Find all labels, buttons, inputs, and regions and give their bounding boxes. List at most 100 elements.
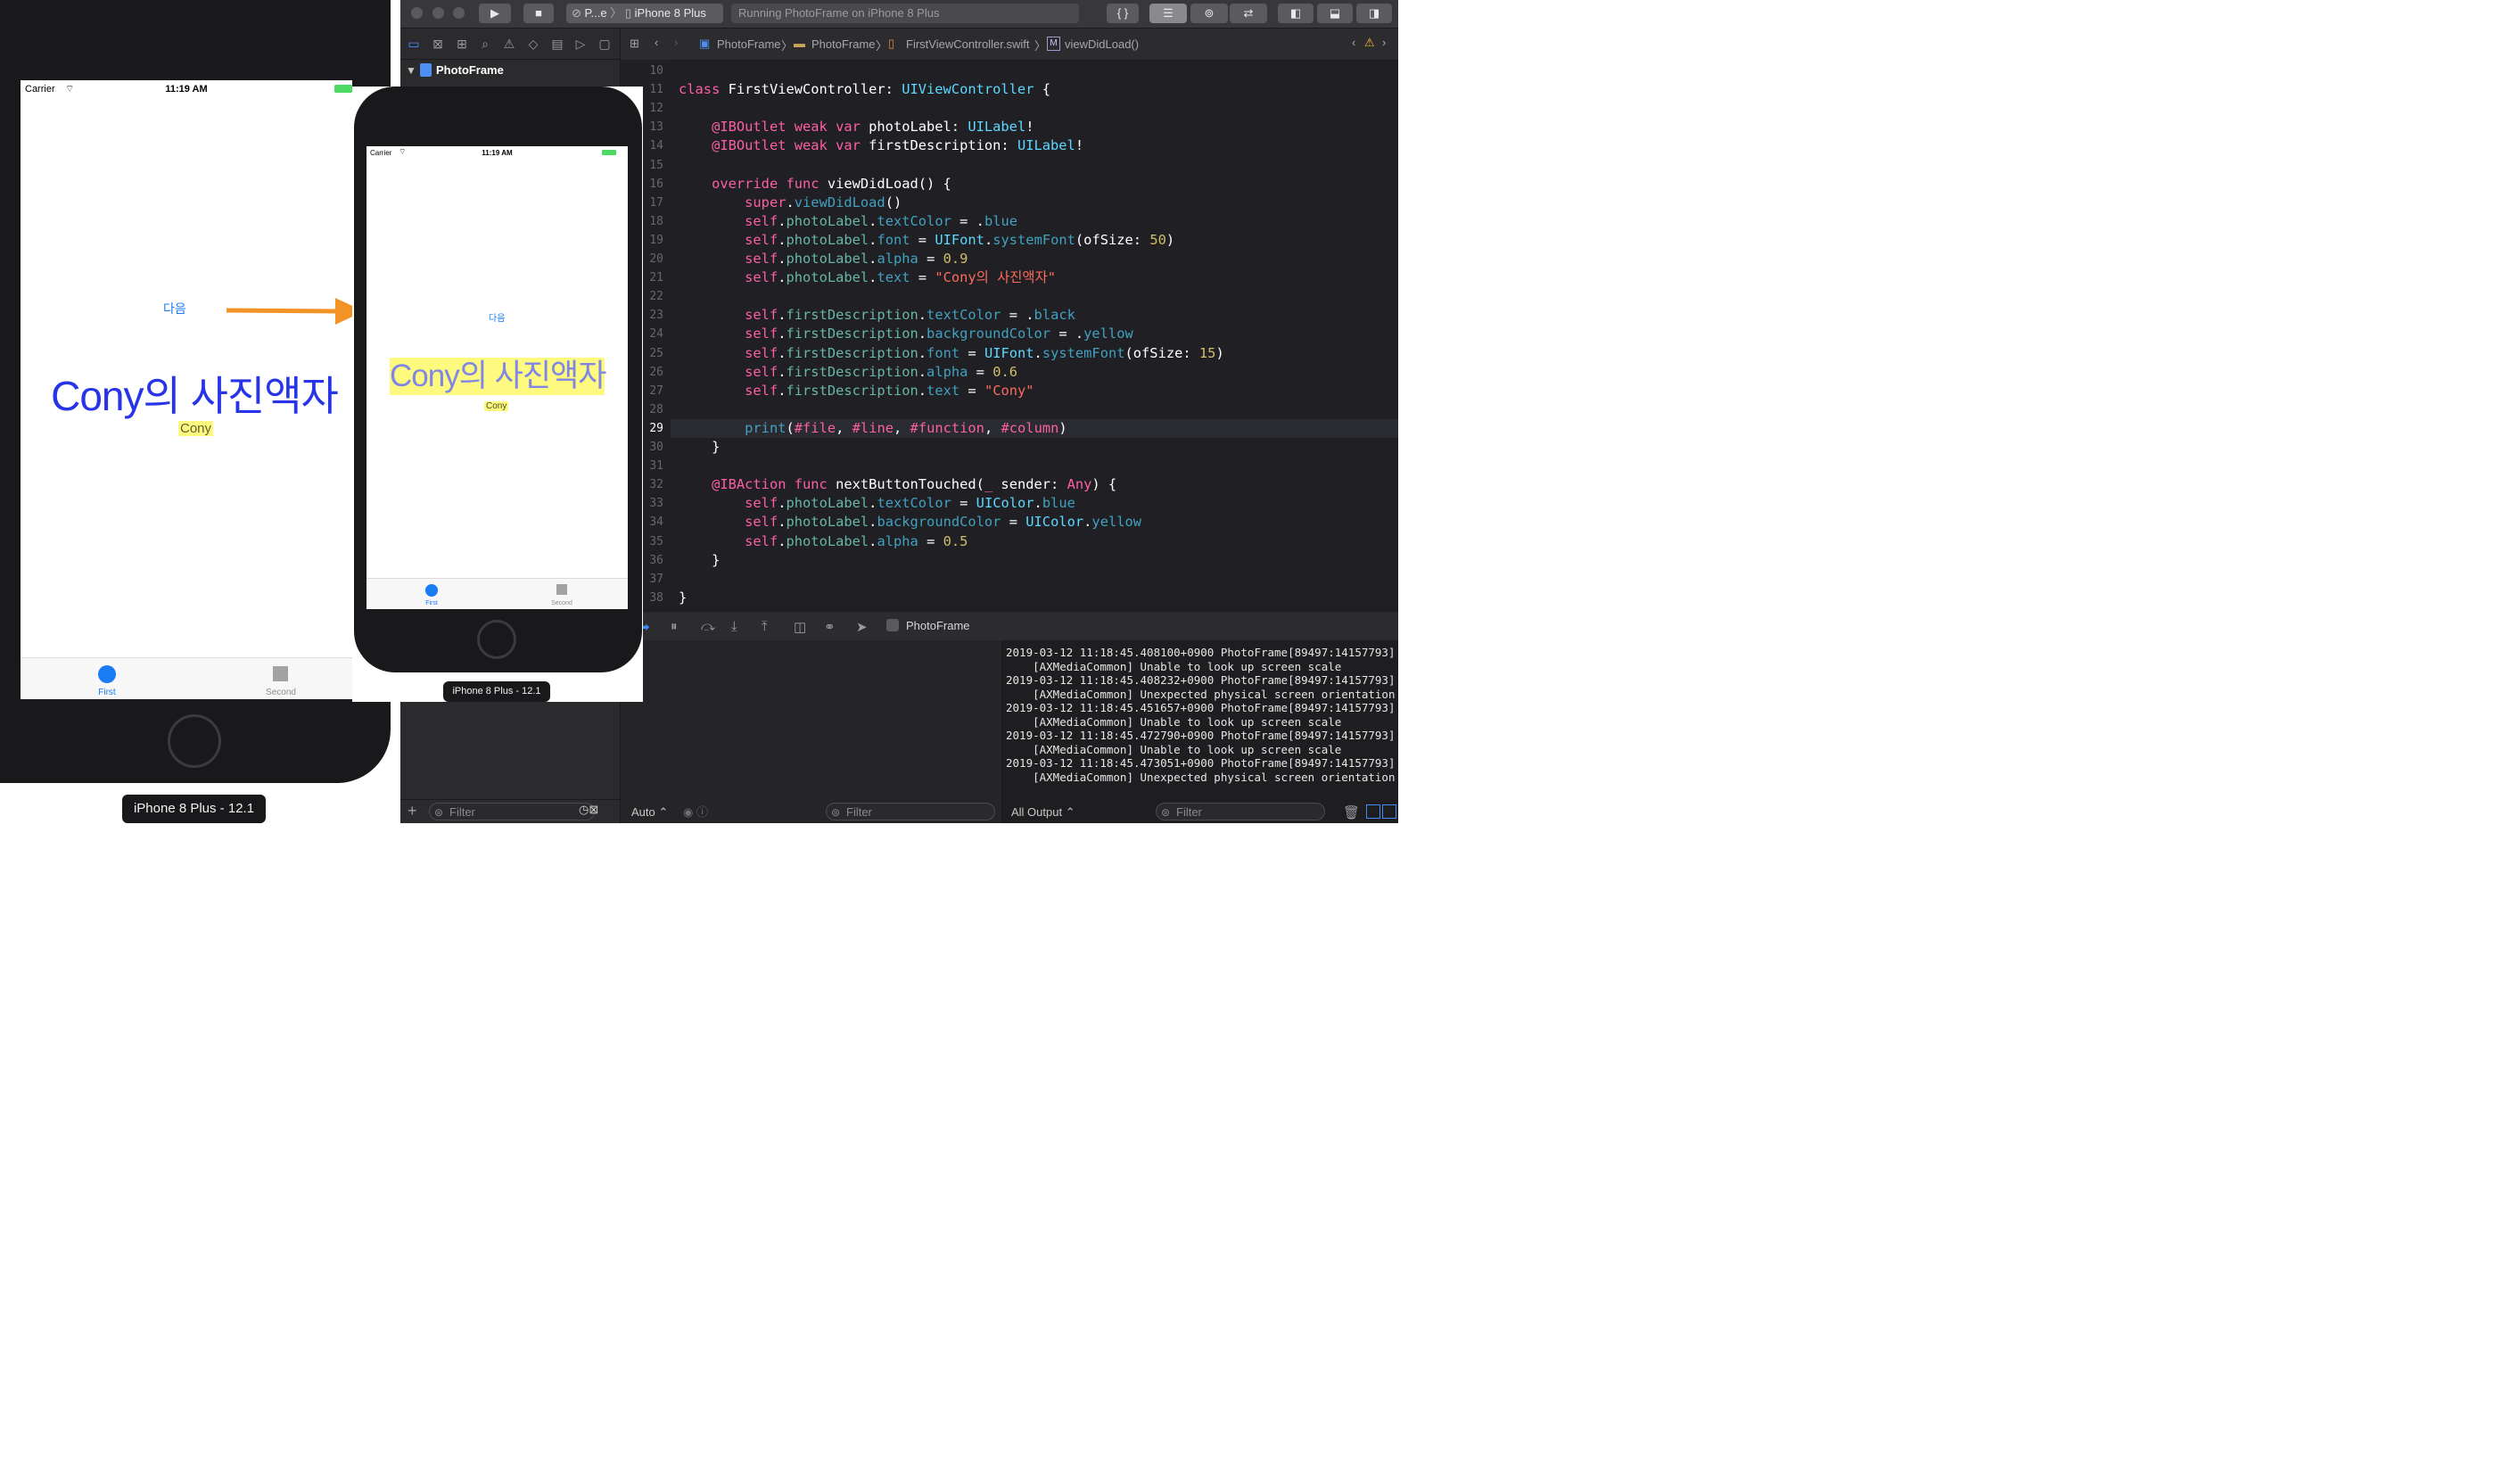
warning-icon[interactable]: ⚠	[502, 37, 516, 51]
code-line[interactable]: self.photoLabel.backgroundColor = UIColo…	[679, 513, 1141, 532]
hierarchy-icon[interactable]: ⊞	[455, 37, 469, 51]
toggle-navigator-button[interactable]: ◧	[1278, 4, 1314, 23]
library-button[interactable]: { }	[1107, 4, 1139, 23]
step-out-icon[interactable]: ⤒	[762, 619, 768, 634]
folder-icon[interactable]: ▭	[407, 37, 421, 51]
variables-scope-select[interactable]: Auto ⌃	[631, 805, 668, 820]
code-line[interactable]: }	[679, 589, 687, 607]
code-line[interactable]: self.photoLabel.textColor = UIColor.blue	[679, 494, 1075, 513]
forward-arrow-icon[interactable]: ›	[674, 36, 678, 49]
step-over-icon[interactable]: ⤼	[701, 619, 715, 634]
jumpbar-crumb-method[interactable]: viewDidLoad()	[1065, 37, 1139, 51]
code-line[interactable]: self.firstDescription.alpha = 0.6	[679, 363, 1017, 382]
memory-graph-icon[interactable]: ⚭	[824, 619, 836, 635]
step-into-icon[interactable]: ⤓	[731, 619, 737, 634]
recent-files-icon[interactable]: ◷⊠	[579, 803, 598, 817]
code-token: firstDescription	[786, 307, 918, 324]
code-line[interactable]: @IBOutlet weak var photoLabel: UILabel!	[679, 118, 1034, 136]
breakpoint-icon[interactable]: ▷	[573, 37, 588, 51]
left-pane-toggle-icon[interactable]	[1366, 804, 1380, 819]
code-token: !	[1075, 137, 1084, 154]
home-button[interactable]	[477, 620, 516, 659]
console-line: 2019-03-12 11:18:45.472790+0900 PhotoFra…	[1006, 729, 1396, 742]
source-control-icon[interactable]: ⊠	[431, 37, 445, 51]
code-line[interactable]: }	[679, 438, 720, 457]
stop-button[interactable]: ■	[523, 4, 554, 23]
chevron-right-icon: 〉	[610, 6, 622, 20]
trash-icon[interactable]: 🗑	[1343, 804, 1360, 820]
code-line[interactable]: self.firstDescription.text = "Cony"	[679, 382, 1034, 400]
tab-second[interactable]: Second	[543, 600, 581, 606]
disclosure-triangle-icon[interactable]: ▼	[406, 64, 416, 77]
code-line[interactable]: override func viewDidLoad() {	[679, 175, 951, 194]
assistant-editor-button[interactable]: ⊚	[1190, 4, 1228, 23]
code-line[interactable]: self.firstDescription.textColor = .black	[679, 306, 1075, 325]
next-issue-icon[interactable]: ›	[1382, 36, 1386, 49]
navigator-filter-input[interactable]: Filter	[429, 803, 595, 821]
pause-icon[interactable]: ⏸	[671, 619, 678, 634]
console-filter-input[interactable]: Filter	[1156, 803, 1325, 821]
test-icon[interactable]: ◇	[526, 37, 540, 51]
debug-icon[interactable]: ▤	[550, 37, 564, 51]
warning-icon[interactable]: ⚠	[1364, 36, 1375, 50]
code-token: .	[918, 307, 927, 324]
toggle-debug-area-button[interactable]: ⬓	[1317, 4, 1353, 23]
code-line[interactable]: class FirstViewController: UIViewControl…	[679, 80, 1050, 99]
simulator-screen[interactable]: Carrier ⌔ 11:19 AM 다음 Cony의 사진액자 Cony Fi…	[21, 80, 352, 699]
code-token: ,	[836, 419, 852, 436]
tab-second[interactable]: Second	[258, 688, 304, 697]
code-line[interactable]: self.photoLabel.alpha = 0.9	[679, 250, 968, 268]
code-line[interactable]: @IBAction func nextButtonTouched(_ sende…	[679, 475, 1116, 494]
version-editor-button[interactable]: ⇄	[1230, 4, 1267, 23]
zoom-window-button[interactable]	[453, 7, 465, 19]
right-pane-toggle-icon[interactable]	[1382, 804, 1396, 819]
code-line[interactable]: super.viewDidLoad()	[679, 194, 902, 212]
next-button[interactable]: 다음	[489, 310, 505, 324]
code-token: blue	[984, 212, 1018, 229]
tab-first[interactable]: First	[85, 688, 129, 697]
code-line[interactable]: print(#file, #line, #function, #column)	[679, 419, 1067, 438]
add-icon[interactable]: +	[408, 802, 417, 820]
search-icon[interactable]: ⌕	[478, 37, 492, 51]
view-debugger-icon[interactable]: ◫	[794, 619, 806, 635]
code-line[interactable]: self.photoLabel.textColor = .blue	[679, 212, 1017, 231]
code-line[interactable]: self.photoLabel.font = UIFont.systemFont…	[679, 231, 1174, 250]
jumpbar-crumb-project[interactable]: PhotoFrame	[717, 37, 781, 51]
code-line[interactable]: self.firstDescription.font = UIFont.syst…	[679, 344, 1224, 363]
code-line[interactable]: self.firstDescription.backgroundColor = …	[679, 325, 1133, 343]
related-items-icon[interactable]: ⊞	[630, 37, 639, 51]
output-mode-select[interactable]: All Output ⌃	[1011, 805, 1075, 820]
scheme-selector[interactable]: ⊘ P...e 〉 ▯ iPhone 8 Plus	[566, 4, 723, 23]
console-output[interactable]: 2019-03-12 11:18:45.408100+0900 PhotoFra…	[1002, 640, 1398, 823]
simulator-screen[interactable]: Carrier ⌔ 11:19 AM 다음 Cony의 사진액자 Cony Fi…	[366, 146, 628, 609]
code-line[interactable]: self.photoLabel.text = "Cony의 사진액자"	[679, 268, 1056, 287]
standard-editor-button[interactable]: ☰	[1149, 4, 1187, 23]
location-icon[interactable]: ➤	[856, 619, 868, 635]
minimize-window-button[interactable]	[432, 7, 444, 19]
home-button[interactable]	[168, 714, 221, 768]
run-button[interactable]: ▶	[479, 4, 511, 23]
next-button[interactable]: 다음	[163, 300, 186, 317]
variables-filter-input[interactable]: Filter	[826, 803, 995, 821]
code-token: @IBOutlet weak var	[712, 137, 861, 154]
project-name[interactable]: PhotoFrame	[436, 63, 504, 77]
jumpbar-crumb-group[interactable]: PhotoFrame	[811, 37, 876, 51]
code-token: UIColor	[976, 495, 1034, 512]
report-icon[interactable]: ▢	[597, 37, 612, 51]
close-window-button[interactable]	[411, 7, 423, 19]
code-token: UILabel	[1017, 137, 1075, 154]
previous-issue-icon[interactable]: ‹	[1352, 36, 1355, 49]
toggle-inspector-button[interactable]: ◨	[1356, 4, 1392, 23]
jumpbar-crumb-file[interactable]: FirstViewController.swift	[906, 37, 1029, 51]
back-arrow-icon[interactable]: ‹	[655, 36, 658, 49]
debug-target-name[interactable]: PhotoFrame	[906, 619, 970, 632]
eye-icon[interactable]: ◉ ⓘ	[683, 803, 708, 820]
code-line[interactable]: @IBOutlet weak var firstDescription: UIL…	[679, 136, 1083, 155]
code-line[interactable]: self.photoLabel.alpha = 0.5	[679, 532, 968, 551]
console-line: 2019-03-12 11:18:45.473051+0900 PhotoFra…	[1006, 756, 1396, 770]
tab-first[interactable]: First	[413, 600, 450, 606]
code-token: UILabel	[968, 119, 1026, 136]
code-line[interactable]: }	[679, 551, 720, 570]
